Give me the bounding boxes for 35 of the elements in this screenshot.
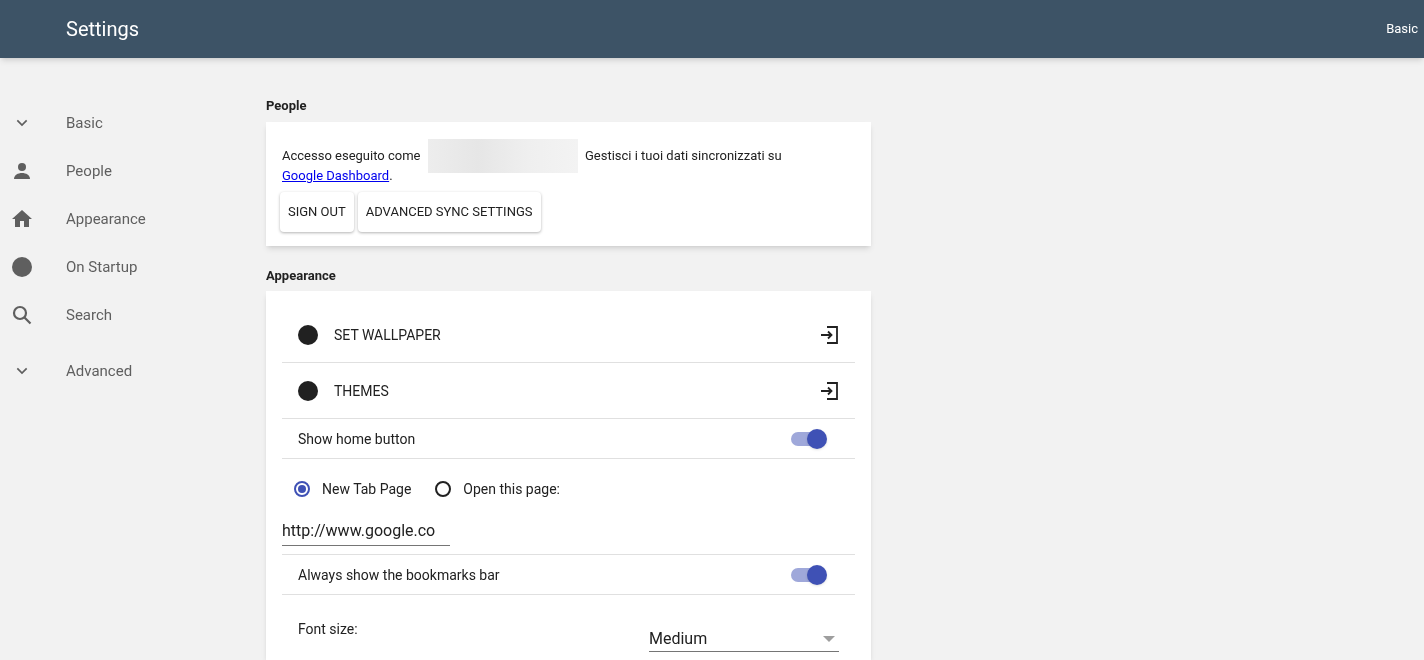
section-heading: Appearance	[266, 266, 337, 285]
page-title: Settings	[66, 16, 141, 43]
section-header[interactable]: Basic	[0, 99, 266, 147]
launch-label: SET WALLPAPER	[334, 325, 442, 345]
action-button[interactable]: ADVANCED SYNC SETTINGS	[357, 191, 541, 232]
exit-arrow-icon	[819, 380, 839, 401]
url-input-field[interactable]: http://www.google.co	[282, 519, 450, 546]
launch-row[interactable]: THEMES	[282, 363, 855, 419]
circle-icon	[298, 380, 318, 401]
font-size-dropdown[interactable]: Medium	[649, 627, 839, 652]
search-icon	[10, 303, 34, 327]
toggle-label: Always show the bookmarks bar	[298, 565, 501, 585]
dropdown-arrow-icon	[823, 635, 835, 643]
section-heading: People	[266, 97, 308, 115]
sidebar-item[interactable]: Appearance	[0, 195, 266, 243]
section-header[interactable]: Advanced	[0, 347, 266, 395]
circle-icon	[298, 324, 318, 345]
launch-row[interactable]: SET WALLPAPER	[282, 307, 855, 363]
exit-arrow-icon	[819, 324, 839, 345]
radio-label: Open this page:	[463, 480, 560, 499]
toggle-label: Show home button	[298, 429, 417, 449]
radio-button[interactable]	[435, 481, 452, 497]
launch-label: THEMES	[334, 381, 390, 401]
sign-in-text: Accesso eseguito come Gestisci i tuoi dati sincronizzati su Google Dashboard.	[282, 145, 802, 186]
radio-button[interactable]	[294, 481, 310, 497]
sidebar-item[interactable]: People	[0, 147, 266, 195]
radio-label: New Tab Page	[322, 480, 412, 499]
toggle-switch[interactable]	[791, 564, 827, 585]
sidebar-item[interactable]: Search	[0, 291, 266, 339]
font-size-label: Font size:	[298, 620, 359, 639]
header-label: Basic	[1386, 20, 1418, 39]
sidebar-item[interactable]: On Startup	[0, 243, 266, 291]
action-button[interactable]: SIGN OUT	[280, 191, 354, 232]
toggle-switch[interactable]	[791, 428, 827, 449]
circle-icon	[10, 255, 34, 279]
